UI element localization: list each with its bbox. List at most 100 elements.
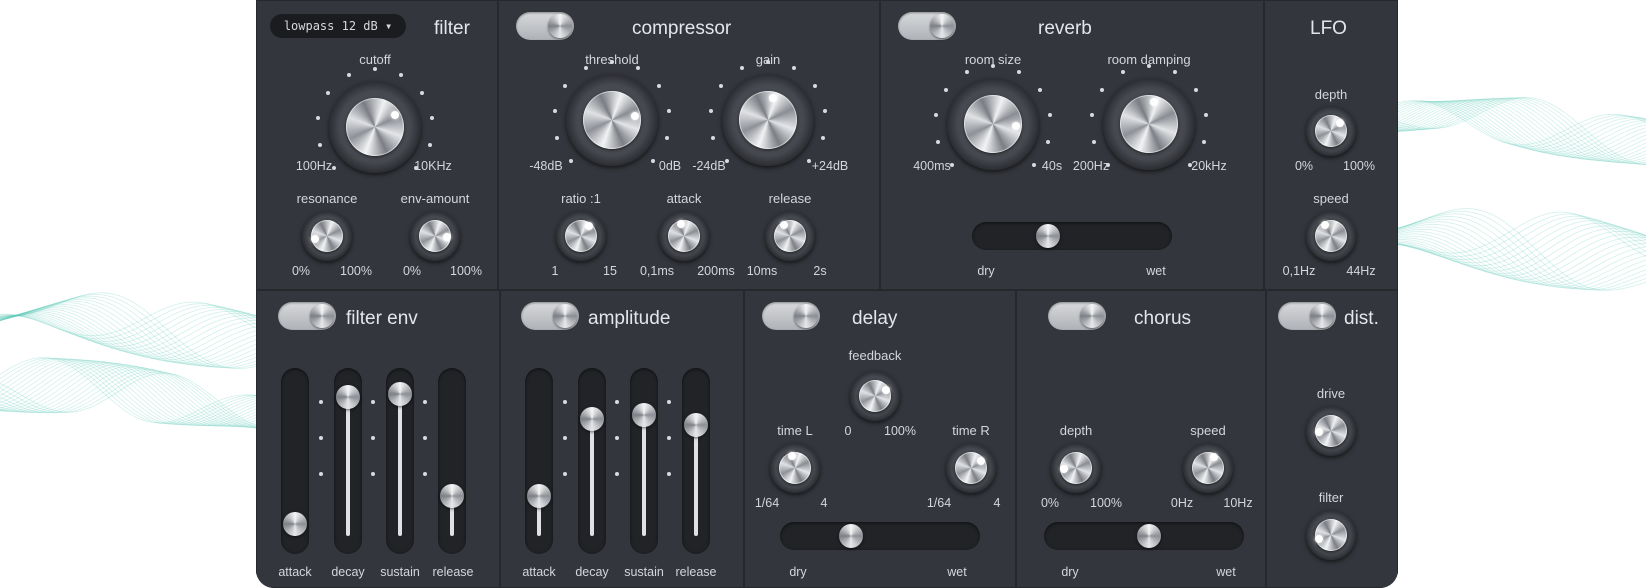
env-amount-knob[interactable] [410, 211, 460, 261]
chorus-speed-max: 10Hz [1223, 496, 1253, 510]
resonance-knob[interactable] [302, 211, 352, 261]
room-damping-max: 20kHz [1191, 159, 1227, 173]
filter-env-attack-slider[interactable] [281, 368, 309, 554]
filter-env-release-label: release [432, 565, 474, 579]
resonance-max: 100% [340, 264, 372, 278]
dist-panel: dist. drive filter [1266, 290, 1398, 588]
room-size-min: 400ms [913, 159, 951, 173]
time-l-knob[interactable] [770, 443, 820, 493]
scale-dot [807, 159, 811, 163]
knob-indicator [769, 93, 778, 102]
wave-line [0, 304, 257, 365]
lfo-depth-knob[interactable] [1306, 106, 1356, 156]
cutoff-label: cutoff [359, 52, 391, 67]
time-r-knob[interactable] [946, 443, 996, 493]
scale-dot [710, 135, 715, 140]
reverb-mix-slider[interactable] [972, 222, 1172, 250]
resonance-min: 0% [291, 264, 311, 278]
knob-indicator [390, 111, 399, 120]
scale-dot [1046, 139, 1051, 144]
dist-title: dist. [1344, 308, 1379, 329]
cutoff-knob[interactable] [315, 67, 435, 173]
filter-env-sustain-slider[interactable] [386, 368, 414, 554]
reverb-toggle[interactable] [898, 12, 956, 40]
scale-dot [554, 135, 559, 140]
filter-mode-dropdown[interactable]: lowpass 12 dB ▾ [270, 14, 406, 38]
scale-dot [1091, 139, 1096, 144]
knob-indicator [630, 112, 639, 121]
scale-dot [933, 112, 938, 117]
scale-dot [792, 66, 797, 71]
amplitude-sustain-slider[interactable] [630, 368, 658, 554]
delay-toggle[interactable] [762, 302, 820, 330]
amplitude-release-slider[interactable] [682, 368, 710, 554]
chorus-speed-knob[interactable] [1183, 443, 1233, 493]
scale-dot [399, 73, 404, 78]
dist-toggle[interactable] [1278, 302, 1336, 330]
filter-env-release-slider[interactable] [438, 368, 466, 554]
compressor-toggle[interactable] [516, 12, 574, 40]
amplitude-release-label: release [675, 565, 717, 579]
lfo-panel: LFO depth 0% 100% speed 0,1Hz 44Hz [1264, 0, 1398, 290]
delay-panel: delay feedback 0 100% time L 1/64 4 time… [744, 290, 1016, 588]
lfo-speed-knob[interactable] [1306, 211, 1356, 261]
scale-dot [1202, 139, 1207, 144]
amplitude-decay-label: decay [575, 565, 609, 579]
scale-dot [667, 436, 671, 440]
reverb-panel: reverb room size 400ms 40s room damping … [880, 0, 1264, 290]
wave-line [0, 358, 257, 426]
chorus-depth-knob[interactable] [1051, 443, 1101, 493]
knob-cap [774, 220, 806, 252]
feedback-knob[interactable] [850, 371, 900, 421]
chorus-mix-slider[interactable] [1044, 522, 1244, 550]
knob-indicator [443, 232, 452, 241]
filter-mode-value: lowpass 12 dB [283, 19, 378, 33]
scale-dot [823, 108, 828, 113]
toggle-thumb [1310, 304, 1334, 328]
knob-indicator [1209, 452, 1218, 461]
chorus-depth-label: depth [1059, 423, 1093, 438]
filter-env-decay-slider[interactable] [334, 368, 362, 554]
knob-cap [1119, 94, 1179, 154]
room-damping-min: 200Hz [1072, 159, 1110, 173]
scale-dot [423, 472, 427, 476]
reverb-wet-label: wet [1146, 264, 1166, 278]
filter-env-toggle[interactable] [278, 302, 336, 330]
wave-line [1389, 235, 1647, 281]
gain-knob[interactable] [708, 60, 828, 166]
wave-line [0, 366, 257, 428]
drive-knob[interactable] [1306, 406, 1356, 456]
amplitude-toggle[interactable] [521, 302, 579, 330]
knob-indicator [1314, 427, 1323, 436]
scale-dot [656, 83, 661, 88]
filter-env-decay-label: decay [331, 565, 365, 579]
room-damping-knob[interactable] [1089, 64, 1209, 170]
resonance-label: resonance [296, 191, 358, 206]
scale-dot [667, 400, 671, 404]
lfo-speed-label: speed [1313, 191, 1349, 206]
room-size-knob[interactable] [933, 64, 1053, 170]
toggle-thumb [930, 14, 954, 38]
amplitude-attack-slider[interactable] [525, 368, 553, 554]
dist-filter-knob[interactable] [1306, 510, 1356, 560]
delay-mix-slider[interactable] [780, 522, 980, 550]
slider-fill [642, 414, 646, 536]
ratio-knob[interactable] [556, 211, 606, 261]
amplitude-decay-slider[interactable] [578, 368, 606, 554]
chorus-toggle[interactable] [1048, 302, 1106, 330]
knob-indicator [1059, 464, 1068, 473]
slider-thumb [336, 384, 360, 409]
chorus-depth-max: 100% [1090, 496, 1122, 510]
scale-dot [651, 159, 655, 163]
lfo-depth-max: 100% [1343, 159, 1375, 173]
scale-dot [423, 436, 427, 440]
release-knob[interactable] [765, 211, 815, 261]
scale-dot [964, 70, 969, 75]
attack-knob[interactable] [659, 211, 709, 261]
threshold-knob[interactable] [552, 60, 672, 166]
reverb-title: reverb [1038, 18, 1092, 39]
scale-dot [563, 400, 567, 404]
scale-dot [346, 73, 351, 78]
wave-line [0, 358, 257, 426]
amplitude-attack-label: attack [522, 565, 556, 579]
